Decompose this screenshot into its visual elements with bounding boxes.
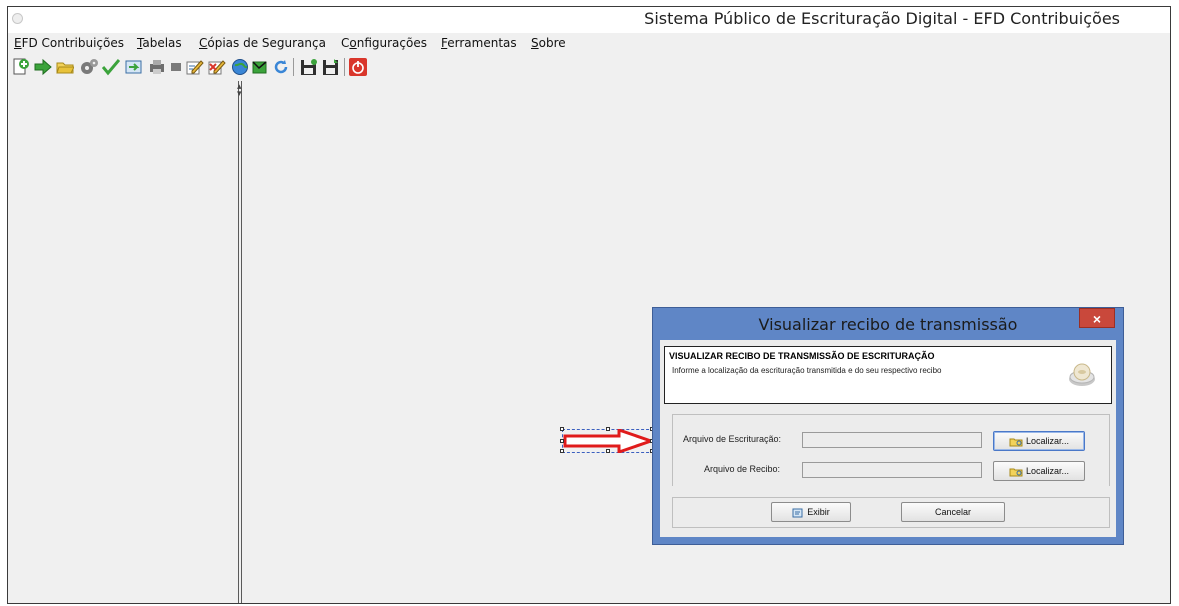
sign-icon[interactable] [125, 58, 143, 76]
selection-handle [606, 449, 610, 453]
escrituracao-file-label: Arquivo de Escrituração: [683, 434, 782, 444]
menu-mnemonic: S [531, 36, 539, 50]
stop-icon[interactable] [168, 58, 186, 76]
header-subtitle: Informe a localização da escrituração tr… [672, 366, 942, 375]
exibir-button[interactable]: Exibir [771, 502, 851, 522]
localizar-label: Localizar... [1025, 466, 1070, 476]
window-menu-icon[interactable] [12, 13, 23, 24]
localizar-recibo-button[interactable]: Localizar... [993, 461, 1085, 481]
menu-label: abelas [142, 36, 182, 50]
receipt-icon[interactable] [251, 58, 269, 76]
refresh-icon[interactable] [272, 58, 290, 76]
recibo-file-field[interactable] [802, 462, 982, 478]
window-title: Sistema Público de Escrituração Digital … [644, 9, 1120, 28]
dialog-header-panel: VISUALIZAR RECIBO DE TRANSMISSÃO DE ESCR… [664, 346, 1112, 404]
selection-handle [606, 427, 610, 431]
menu-label: erramentas [447, 36, 517, 50]
escrituracao-file-field[interactable] [802, 432, 982, 448]
search-folder-icon [1009, 438, 1023, 447]
annotation-selection-box [560, 427, 654, 453]
menu-ferramentas[interactable]: Ferramentas [441, 36, 517, 50]
recibo-file-label: Arquivo de Recibo: [704, 464, 781, 474]
new-document-icon[interactable] [12, 58, 30, 76]
edit-icon[interactable] [186, 58, 204, 76]
cancelar-button[interactable]: Cancelar [901, 502, 1005, 522]
menu-mnemonic: o [349, 36, 357, 50]
menu-label: ópias de Segurança [207, 36, 326, 50]
menu-label: nfigurações [356, 36, 427, 50]
dialog-actions-panel: Exibir Cancelar [672, 497, 1110, 528]
settings-gears-icon[interactable] [80, 58, 98, 76]
menu-mnemonic: E [14, 36, 22, 50]
dialog-body: VISUALIZAR RECIBO DE TRANSMISSÃO DE ESCR… [660, 340, 1116, 537]
toolbar-separator [293, 58, 294, 76]
import-arrow-icon[interactable] [34, 58, 52, 76]
title-bar: Sistema Público de Escrituração Digital … [8, 7, 1170, 33]
search-folder-icon [1009, 468, 1023, 477]
header-title: VISUALIZAR RECIBO DE TRANSMISSÃO DE ESCR… [669, 351, 935, 361]
open-folder-icon[interactable] [56, 58, 75, 76]
menu-sobre[interactable]: Sobre [531, 36, 566, 50]
receipt-disc-icon [1069, 363, 1095, 386]
receipt-dialog: Visualizar recibo de transmissão × VISUA… [652, 307, 1124, 545]
exit-power-icon[interactable] [349, 58, 367, 76]
file-fields-panel: Arquivo de Escrituração: Localizar... Ar… [672, 414, 1110, 486]
menu-tabelas[interactable]: Tabelas [137, 36, 182, 50]
menu-configuracoes[interactable]: Configurações [341, 36, 427, 50]
menu-copias-de-seguranca[interactable]: Cópias de Segurança [199, 36, 326, 50]
menu-bar: EFD Contribuições Tabelas Cópias de Segu… [8, 33, 1170, 53]
transmit-globe-icon[interactable] [231, 58, 249, 76]
toolbar-separator [344, 58, 345, 76]
selection-handle [560, 427, 564, 431]
navigation-pane [8, 81, 238, 603]
exibir-label: Exibir [807, 507, 830, 517]
print-icon[interactable] [148, 58, 166, 76]
validate-check-icon[interactable] [101, 58, 121, 76]
close-button[interactable]: × [1079, 308, 1115, 328]
dialog-title: Visualizar recibo de transmissão [758, 315, 1018, 334]
view-icon [792, 508, 803, 518]
selection-handle [560, 439, 564, 443]
delete-icon[interactable] [208, 58, 226, 76]
localizar-label: Localizar... [1025, 436, 1070, 446]
localizar-escrituracao-button[interactable]: Localizar... [993, 431, 1085, 451]
menu-label: FD Contribuições [21, 36, 124, 50]
restore-backup-icon[interactable] [322, 58, 340, 76]
toolbar [8, 53, 1170, 81]
menu-efd-contribuicoes[interactable]: EFD Contribuições [14, 36, 124, 50]
save-backup-icon[interactable] [300, 58, 318, 76]
menu-label: obre [538, 36, 566, 50]
selection-handle [560, 449, 564, 453]
